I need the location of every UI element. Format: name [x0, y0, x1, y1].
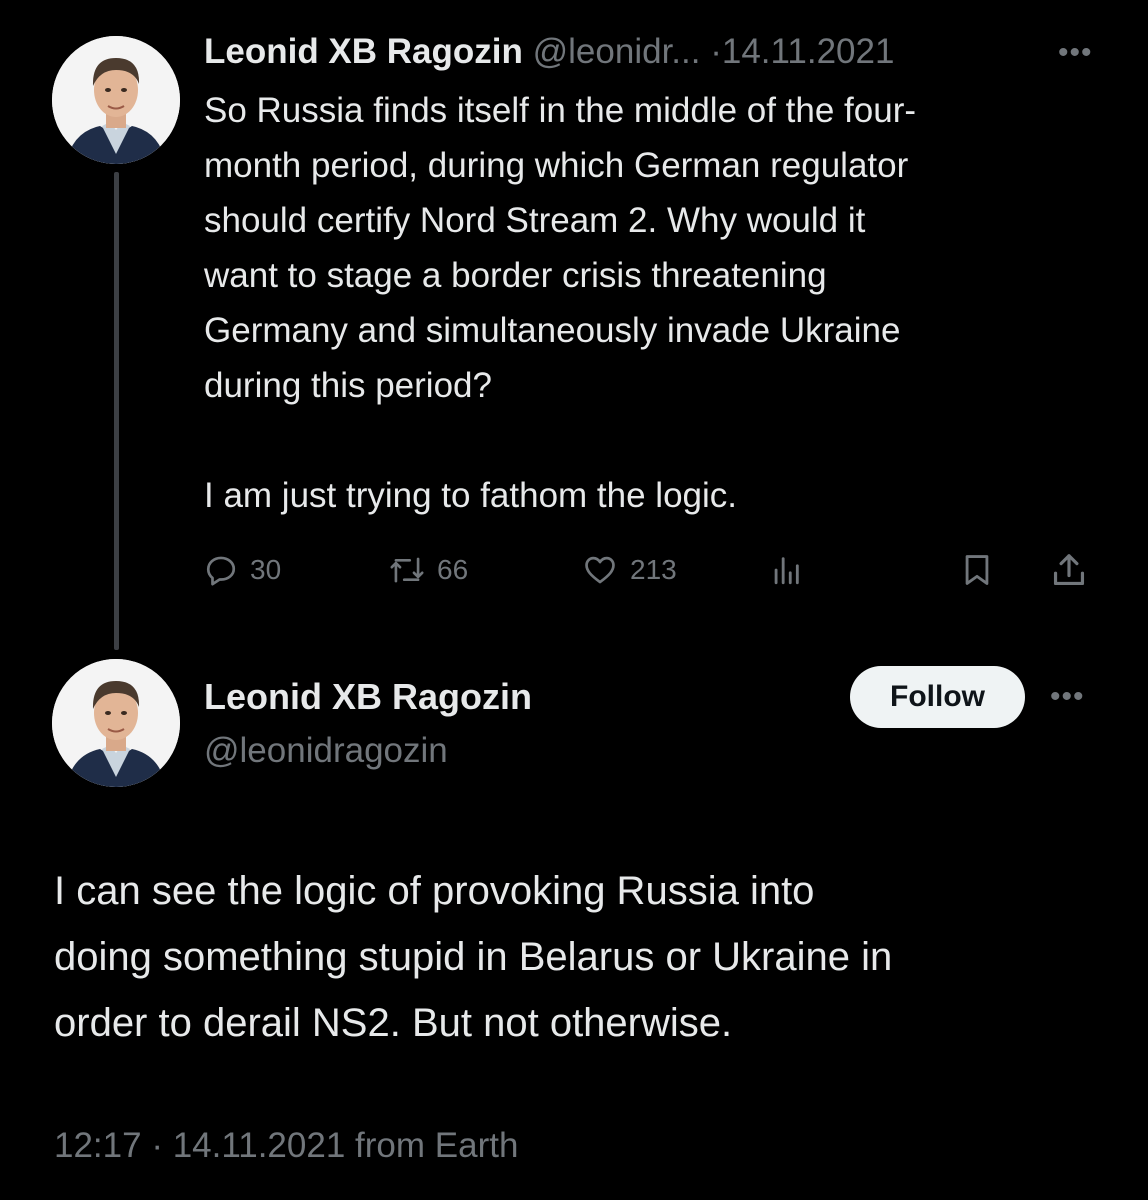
tweet-text-line: order to derail NS2. But not otherwise. — [54, 1001, 733, 1045]
parent-tweet-text: So Russia finds itself in the middle of … — [204, 83, 1104, 523]
main-tweet-handle[interactable]: @leonidragozin — [204, 727, 448, 775]
tweet-text-line: Germany and simultaneously invade Ukrain… — [204, 311, 901, 350]
more-horizontal-icon[interactable]: ••• — [1050, 682, 1085, 712]
parent-tweet-author-name[interactable]: Leonid XB Ragozin — [204, 32, 523, 71]
tweet-text-line: I can see the logic of provoking Russia … — [54, 869, 815, 913]
reply-icon — [206, 556, 236, 586]
reply-button[interactable]: 30 — [204, 545, 281, 595]
thread-connector-line — [114, 172, 119, 650]
parent-tweet-handle[interactable]: @leonidr... — [533, 32, 701, 71]
parent-tweet-date[interactable]: 14.11.2021 — [722, 32, 895, 71]
tweet-text-line: should certify Nord Stream 2. Why would … — [204, 201, 866, 240]
tweet-text-line: during this period? — [204, 366, 492, 405]
retweet-button[interactable]: 66 — [389, 545, 468, 595]
main-tweet-author-name[interactable]: Leonid XB Ragozin — [204, 672, 532, 722]
avatar-photo — [52, 659, 180, 787]
tweet-text-line: doing something stupid in Belarus or Ukr… — [54, 935, 893, 979]
tweet-text-line: So Russia finds itself in the middle of … — [204, 91, 917, 130]
heart-icon — [585, 556, 615, 584]
views-button[interactable] — [768, 545, 804, 595]
like-button[interactable]: 213 — [582, 545, 677, 595]
retweet-count: 66 — [437, 554, 469, 585]
bookmark-icon — [965, 555, 989, 585]
analytics-icon — [774, 557, 799, 585]
retweet-icon — [390, 557, 424, 583]
tweet-source: from Earth — [355, 1126, 519, 1165]
tweet-text-line: I am just trying to fathom the logic. — [204, 476, 738, 515]
follow-button[interactable]: Follow — [850, 666, 1025, 728]
reply-count: 30 — [250, 554, 282, 585]
tweet-text-line: month period, during which German regula… — [204, 146, 909, 185]
tweet-time[interactable]: 12:17 — [54, 1126, 142, 1165]
header-separator: · — [710, 32, 722, 71]
more-horizontal-icon[interactable]: ••• — [1058, 38, 1093, 68]
main-tweet-text: I can see the logic of provoking Russia … — [54, 858, 1114, 1056]
share-icon — [1053, 554, 1085, 586]
tweet-text-line: want to stage a border crisis threatenin… — [204, 256, 827, 295]
parent-tweet-action-bar: 30 66 213 — [204, 545, 1094, 595]
avatar-photo — [52, 36, 180, 164]
main-tweet-meta: 12:17 · 14.11.2021 from Earth — [54, 1122, 518, 1170]
parent-tweet-header: Leonid XB Ragozin @leonidr... ·14.11.202… — [204, 28, 894, 76]
main-tweet-avatar[interactable] — [52, 659, 180, 787]
like-count: 213 — [630, 554, 677, 585]
share-button[interactable] — [1050, 545, 1088, 595]
bookmark-button[interactable] — [960, 545, 994, 595]
parent-tweet-avatar[interactable] — [52, 36, 180, 164]
meta-separator: · — [151, 1126, 163, 1165]
tweet-date[interactable]: 14.11.2021 — [173, 1126, 346, 1165]
